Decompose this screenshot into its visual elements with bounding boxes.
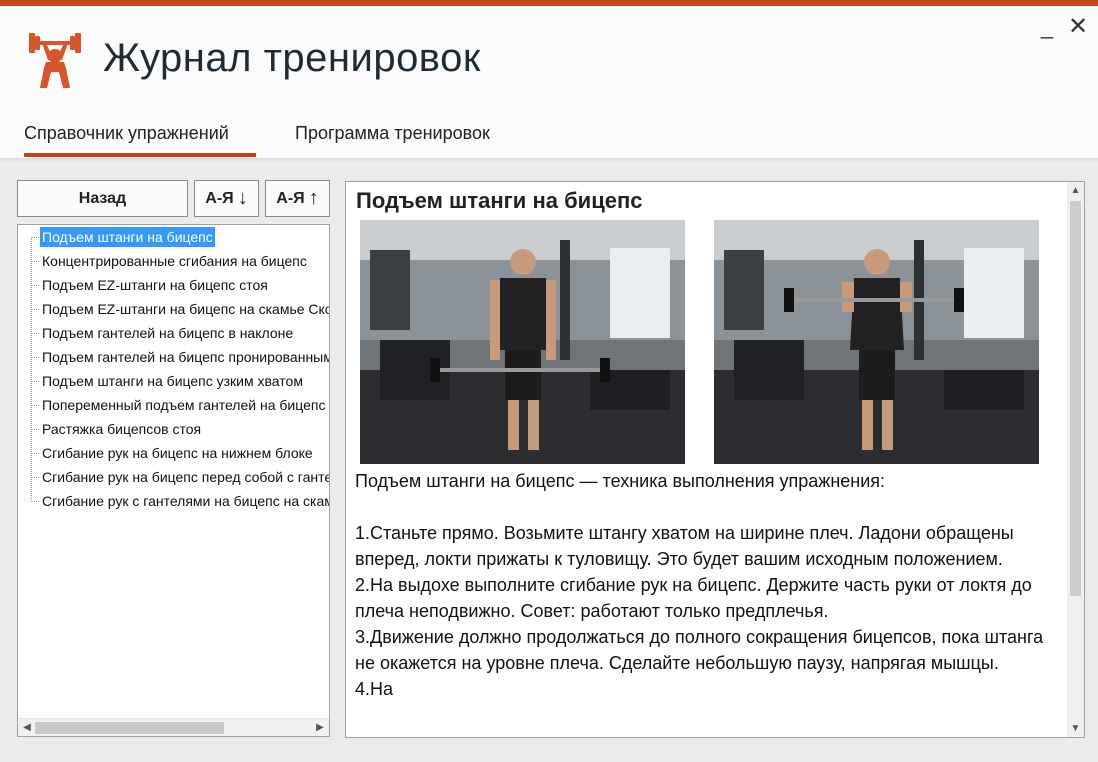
tree-branch (31, 309, 39, 310)
exercise-tree-items: Подъем штанги на бицепс Концентрированны… (18, 225, 329, 718)
close-button[interactable]: ✕ (1066, 12, 1090, 41)
weightlifter-icon (29, 33, 81, 88)
step-1: 1.Станьте прямо. Возьмите штангу хватом … (355, 523, 1014, 569)
step-3: 3.Движение должно продолжаться до полног… (355, 627, 1044, 673)
tree-item[interactable]: Подъем гантелей на бицепс в наклоне (40, 323, 295, 343)
exercise-tree[interactable]: Подъем штанги на бицепс Концентрированны… (17, 224, 330, 737)
exercise-detail-panel: Подъем штанги на бицепс Подъем штанги на… (345, 181, 1085, 738)
scroll-left-icon[interactable]: ◀ (19, 720, 35, 736)
tree-connector (31, 237, 32, 500)
scroll-up-icon[interactable]: ▲ (1067, 182, 1084, 199)
app-header: Журнал тренировок _ ✕ Справочник упражне… (0, 6, 1098, 160)
tree-item[interactable]: Растяжка бицепсов стоя (40, 419, 203, 439)
tree-branch (31, 453, 39, 454)
arrow-down-icon: ↓ (237, 187, 248, 209)
tree-item[interactable]: Подъем штанги на бицепс узким хватом (40, 371, 305, 391)
technique-heading: Подъем штанги на бицепс — техника выполн… (355, 471, 886, 491)
sort-asc-label: А-Я (205, 189, 234, 207)
arrow-up-icon: ↑ (308, 187, 319, 209)
tree-item[interactable]: Попеременный подъем гантелей на бицепс (40, 395, 327, 415)
scrollbar-thumb[interactable] (1070, 201, 1081, 596)
tree-branch (31, 477, 39, 478)
minimize-button[interactable]: _ (1035, 14, 1059, 40)
scroll-down-icon[interactable]: ▼ (1067, 720, 1084, 737)
tree-branch (31, 285, 39, 286)
tree-item-selected[interactable]: Подъем штанги на бицепс (40, 227, 215, 247)
tree-item[interactable]: Подъем EZ-штанги на бицепс стоя (40, 275, 270, 295)
tree-branch (31, 357, 39, 358)
exercise-description: Подъем штанги на бицепс — техника выполн… (355, 468, 1067, 702)
scroll-right-icon[interactable]: ▶ (312, 720, 328, 736)
tree-branch (31, 237, 39, 238)
exercise-photo-end (714, 220, 1039, 464)
tab-training-program[interactable]: Программа тренировок (295, 123, 490, 144)
tree-item[interactable]: Сгибание рук с гантелями на бицепс на ск… (40, 491, 329, 511)
vertical-scrollbar[interactable]: ▲ ▼ (1067, 182, 1084, 737)
tree-branch (31, 405, 39, 406)
tree-item[interactable]: Подъем гантелей на бицепс пронированным … (40, 347, 329, 367)
tree-branch (31, 429, 39, 430)
sort-desc-button[interactable]: А-Я ↑ (265, 180, 330, 217)
step-2: 2.На выдохе выполните сгибание рук на би… (355, 575, 1032, 621)
sort-asc-button[interactable]: А-Я ↓ (194, 180, 259, 217)
tree-branch (31, 333, 39, 334)
sort-desc-label: А-Я (276, 189, 305, 207)
exercise-photo-start (360, 220, 685, 464)
tree-branch (31, 381, 39, 382)
exercise-title: Подъем штанги на бицепс (356, 188, 643, 213)
tree-branch (31, 501, 39, 502)
horizontal-scrollbar[interactable]: ◀ ▶ (18, 718, 329, 736)
tree-item[interactable]: Концентрированные сгибания на бицепс (40, 251, 309, 271)
tree-branch (31, 261, 39, 262)
tab-exercise-reference[interactable]: Справочник упражнений (24, 123, 229, 144)
back-button[interactable]: Назад (17, 180, 188, 217)
back-button-label: Назад (78, 189, 127, 207)
tree-item[interactable]: Подъем EZ-штанги на бицепс на скамье Ско… (40, 299, 329, 319)
step-4: 4.На (355, 679, 394, 699)
app-title: Журнал тренировок (103, 36, 481, 80)
active-tab-indicator (24, 153, 256, 157)
tree-item[interactable]: Сгибание рук на бицепс перед собой с ган… (40, 467, 329, 487)
scrollbar-thumb[interactable] (35, 722, 224, 734)
tree-item[interactable]: Сгибание рук на бицепс на нижнем блоке (40, 443, 315, 463)
header-divider (0, 158, 1098, 162)
